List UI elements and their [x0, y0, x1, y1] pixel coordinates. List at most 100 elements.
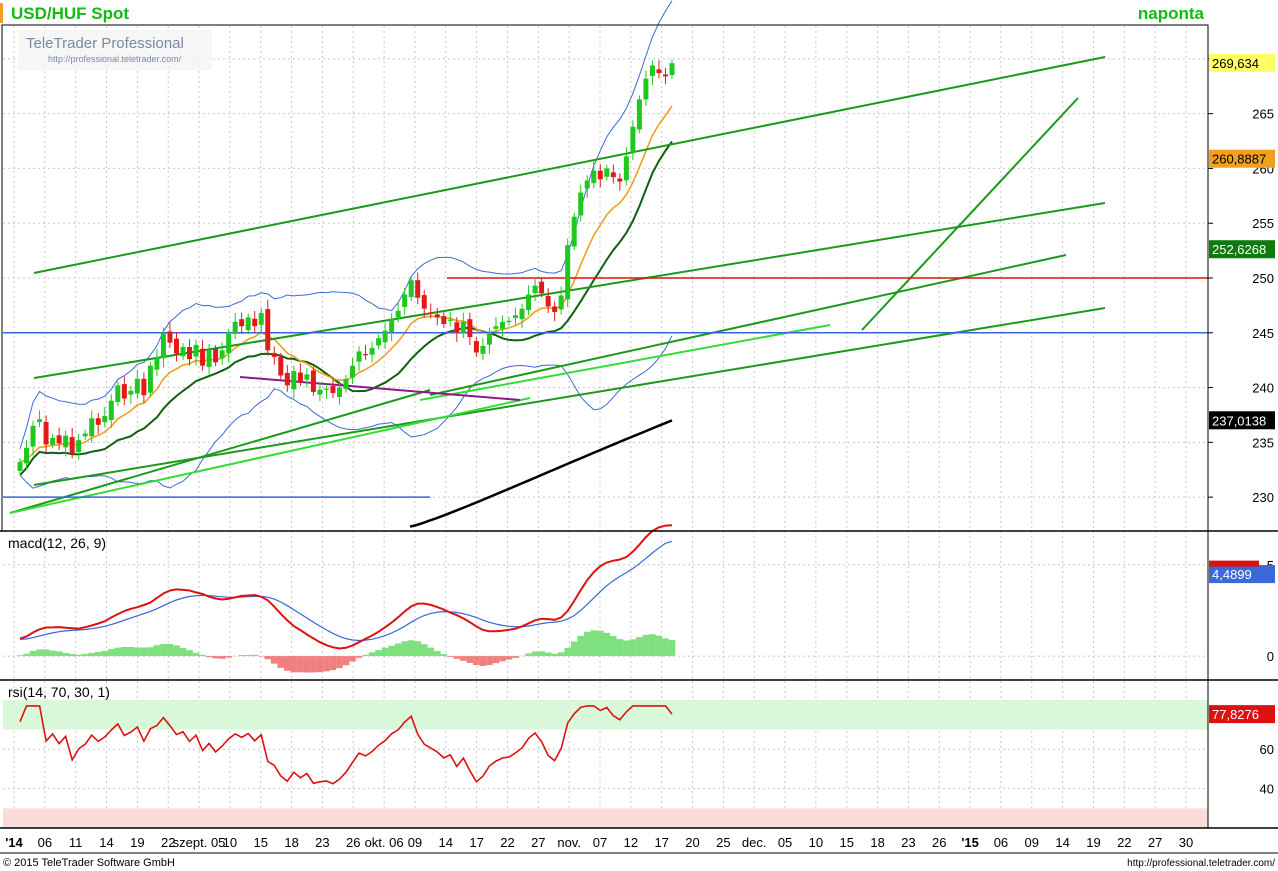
rsi-oversold-zone: [3, 808, 1208, 828]
candle-body: [389, 318, 395, 332]
macd-histogram-bar: [49, 650, 56, 657]
candle-body: [630, 126, 636, 153]
candle-body: [239, 319, 245, 327]
candle-body: [37, 419, 43, 422]
candle-body: [402, 294, 408, 307]
time-tick-label: 22: [500, 835, 514, 850]
macd-histogram-bar: [244, 654, 252, 657]
macd-histogram-bar: [616, 639, 624, 657]
macd-histogram-bar: [225, 656, 232, 658]
candle: [147, 361, 153, 397]
time-tick-label: 18: [284, 835, 298, 850]
price-tick-label: 230: [1252, 490, 1274, 505]
macd-histogram-bar: [88, 652, 96, 657]
macd-histogram-bar: [323, 656, 330, 672]
candle-body: [565, 245, 571, 300]
macd-histogram-bar: [284, 656, 291, 671]
macd-histogram-bar: [486, 656, 493, 666]
macd-histogram-bar: [297, 656, 304, 673]
candle-body: [43, 421, 49, 445]
macd-histogram-bar: [310, 656, 317, 673]
rsi-tick-label: 60: [1260, 742, 1274, 757]
macd-histogram-bar: [531, 651, 539, 657]
candle-body: [473, 341, 479, 353]
candle-body: [147, 365, 153, 393]
candle-body: [82, 433, 88, 437]
candle-body: [343, 378, 349, 389]
time-tick-label: 27: [1148, 835, 1162, 850]
time-tick-label: 14: [439, 835, 453, 850]
macd-histogram-bar: [147, 647, 154, 657]
candle-body: [317, 389, 323, 395]
macd-histogram-bar: [127, 646, 135, 657]
time-tick-label: dec.: [742, 835, 767, 850]
rsi-tag-label: 77,8276: [1212, 707, 1259, 722]
macd-histogram-bar: [401, 641, 408, 657]
macd-histogram-bar: [629, 639, 637, 657]
time-tick-label: 06: [994, 835, 1008, 850]
candle-body: [121, 384, 127, 399]
candle-body: [513, 315, 519, 319]
macd-histogram-bar: [427, 647, 435, 657]
macd-histogram-bar: [420, 644, 428, 657]
macd-histogram-bar: [570, 641, 578, 657]
candle: [571, 212, 577, 251]
candle-body: [421, 295, 427, 309]
candle-body: [219, 350, 225, 359]
candle-body: [376, 338, 382, 346]
candle-body: [160, 332, 166, 359]
time-tick-label: 19: [130, 835, 144, 850]
candle-body: [24, 447, 30, 464]
macd-histogram-bar: [492, 656, 500, 664]
price-tag-label: 269,634: [1212, 56, 1259, 71]
time-tick-label: szept. 05: [173, 835, 226, 850]
time-tick-label: 15: [840, 835, 854, 850]
macd-histogram-bar: [596, 630, 604, 657]
macd-histogram-bar: [668, 639, 676, 657]
time-tick-label: 20: [685, 835, 699, 850]
macd-histogram-bar: [153, 645, 161, 657]
time-tick-label: 09: [408, 835, 422, 850]
price-tag-label: 237,0138: [1212, 413, 1266, 428]
candle-body: [350, 365, 356, 378]
macd-histogram-bar: [447, 656, 454, 657]
macd-histogram-bar: [68, 653, 76, 657]
rsi-overbought-zone: [3, 700, 1208, 730]
candle-body: [63, 435, 69, 448]
macd-histogram-bar: [205, 656, 213, 658]
macd-histogram-bar: [186, 650, 193, 657]
candle-body: [597, 170, 603, 180]
candle-body: [89, 418, 95, 437]
macd-histogram-bar: [192, 652, 200, 657]
time-tick-label: 22: [1117, 835, 1131, 850]
title-accent: [0, 3, 3, 23]
time-tick-label: '14: [5, 835, 23, 850]
macd-histogram-bar: [649, 634, 656, 657]
brand-name: TeleTrader Professional: [26, 35, 184, 52]
macd-histogram-bar: [564, 647, 571, 657]
candle-body: [578, 192, 584, 216]
macd-histogram-bar: [179, 648, 187, 657]
time-tick-label: 17: [654, 835, 668, 850]
candle-body: [623, 156, 629, 181]
candle-body: [115, 385, 121, 403]
time-tick-label: 26: [346, 835, 360, 850]
candle-body: [291, 371, 297, 390]
macd-histogram-bar: [557, 652, 565, 657]
macd-histogram-bar: [251, 654, 259, 657]
candle: [310, 366, 316, 396]
candle-body: [102, 416, 108, 423]
candle-body: [480, 345, 486, 354]
price-tag-label: 252,6268: [1212, 242, 1266, 257]
candle-body: [506, 320, 512, 322]
time-tick-label: 17: [469, 835, 483, 850]
time-tick-label: 09: [1025, 835, 1039, 850]
candle-body: [584, 180, 590, 189]
candle-body: [539, 281, 545, 294]
macd-histogram-bar: [440, 654, 448, 657]
candle-body: [323, 388, 329, 390]
macd-histogram-bar: [23, 653, 30, 657]
macd-histogram-bar: [479, 656, 487, 666]
candle-body: [669, 63, 675, 76]
time-tick-label: 06: [38, 835, 52, 850]
